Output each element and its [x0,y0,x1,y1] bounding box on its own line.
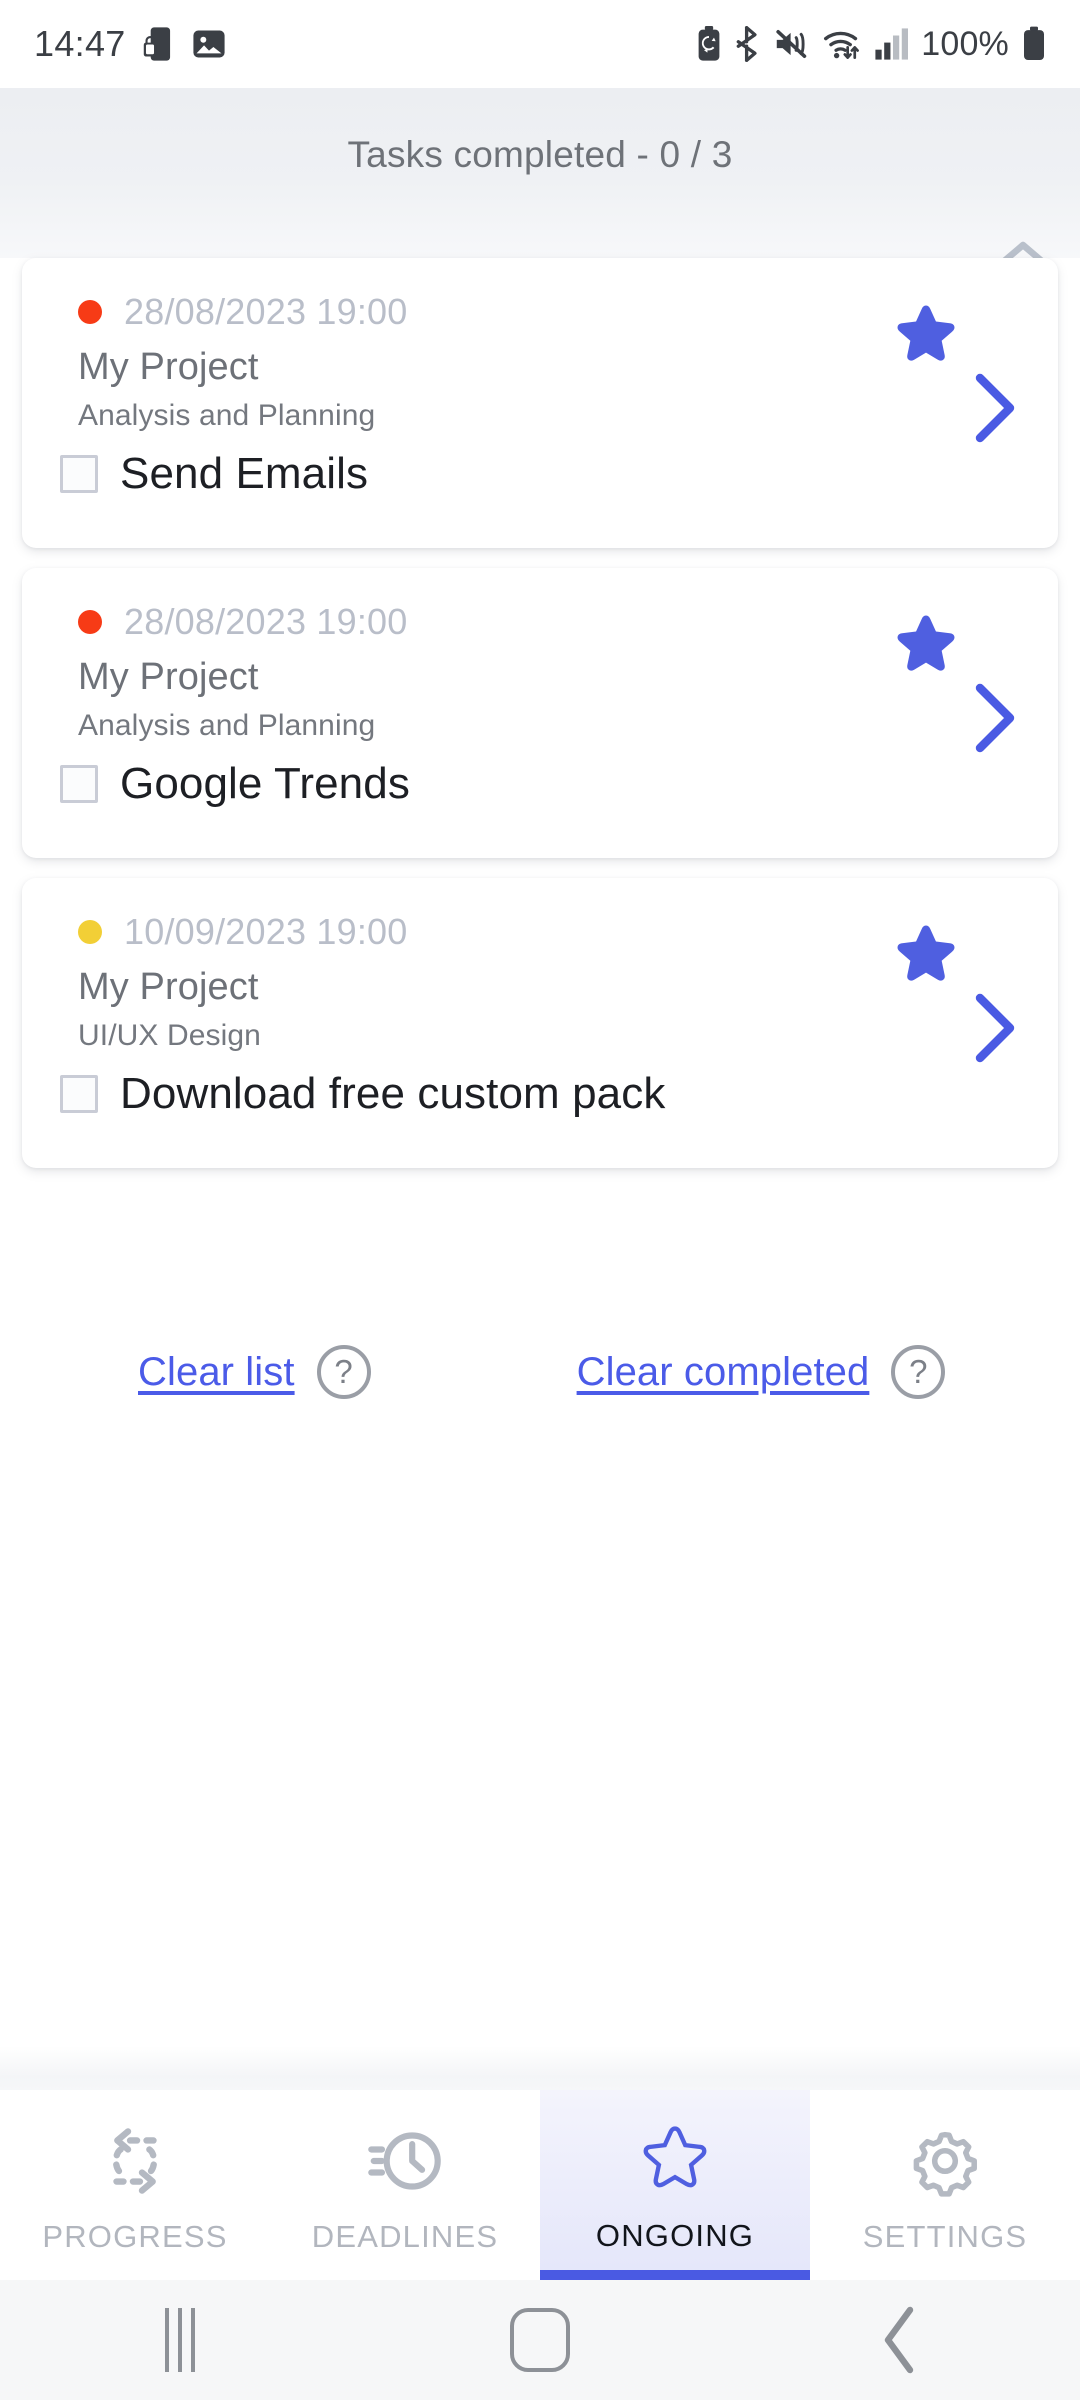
battery-icon [1022,26,1046,62]
recents-bar [178,2308,182,2372]
gallery-image-icon [192,27,226,61]
wifi-icon [823,27,861,61]
task-project-name: My Project [78,966,259,1008]
priority-dot [78,300,102,324]
clear-list-group: Clear list ? [138,1345,371,1399]
tab-ongoing-label: ONGOING [595,2217,755,2253]
priority-dot [78,920,102,944]
task-card[interactable]: 28/08/2023 19:00 My Project Analysis and… [22,568,1058,858]
tab-deadlines[interactable]: DEADLINES [270,2090,540,2280]
task-date-row: 28/08/2023 19:00 [78,594,858,650]
swap-arrows-icon [98,2124,172,2203]
status-bar: 14:47 100% [0,0,1080,88]
chevron-right-icon[interactable] [966,680,1022,761]
task-date-row: 10/09/2023 19:00 [78,904,858,960]
star-filled-icon[interactable] [890,612,962,687]
task-checkbox[interactable] [60,455,98,493]
clear-list-link[interactable]: Clear list [138,1350,295,1395]
battery-saver-icon [696,26,722,62]
tab-settings[interactable]: SETTINGS [810,2090,1080,2280]
tabbar-separator [0,2046,1080,2090]
task-title: Send Emails [120,449,369,498]
task-category: UI/UX Design [78,1019,261,1052]
star-filled-icon[interactable] [890,302,962,377]
task-due-date: 28/08/2023 19:00 [124,601,408,642]
task-card[interactable]: 10/09/2023 19:00 My Project UI/UX Design… [22,878,1058,1168]
task-due-date: 10/09/2023 19:00 [124,911,408,952]
bottom-tab-bar: PROGRESS DEADLINES ONGOING SETTINGS [0,2090,1080,2280]
task-title: Google Trends [120,759,410,808]
tasks-completed-label: Tasks completed - 0 / 3 [347,134,733,175]
task-category: Analysis and Planning [78,399,376,432]
task-due-date: 28/08/2023 19:00 [124,291,408,332]
task-checkbox[interactable] [60,1075,98,1113]
battery-percent-label: 100% [921,24,1009,63]
task-project-name: My Project [78,346,259,388]
tab-active-underline [540,2270,810,2280]
chevron-right-icon[interactable] [966,990,1022,1071]
nfc-lock-icon [142,26,176,62]
recents-icon[interactable] [0,2308,360,2372]
tab-deadlines-label: DEADLINES [311,2218,499,2254]
tab-progress-label: PROGRESS [42,2218,228,2254]
home-square [510,2308,570,2372]
task-list: 28/08/2023 19:00 My Project Analysis and… [0,258,1080,1188]
signal-bars-icon [874,27,909,61]
status-bar-left: 14:47 [34,23,226,65]
tab-settings-label: SETTINGS [862,2218,1028,2254]
recents-bar [165,2308,169,2372]
task-date-row: 28/08/2023 19:00 [78,284,858,340]
status-bar-right: 100% [696,25,1046,64]
status-time: 14:47 [34,23,126,64]
recents-bar [191,2308,195,2372]
app-screen: 14:47 100% Tasks completed - 0 / 3 28/08… [0,0,1080,2400]
back-icon[interactable] [720,2306,1080,2374]
star-outline-icon [638,2125,712,2202]
bluetooth-icon [735,26,761,62]
recents-bars [165,2308,195,2372]
clear-actions-row: Clear list ? Clear completed ? [0,1345,1080,1399]
tab-ongoing[interactable]: ONGOING [540,2090,810,2280]
gear-icon [908,2124,982,2203]
home-icon[interactable] [360,2308,720,2372]
task-category: Analysis and Planning [78,709,376,742]
task-checkbox[interactable] [60,765,98,803]
sound-mute-icon [774,28,810,60]
android-nav-bar [0,2280,1080,2400]
priority-dot [78,610,102,634]
task-title: Download free custom pack [120,1069,666,1118]
task-title-row: Send Emails [60,449,858,499]
clear-list-help-icon[interactable]: ? [316,1345,371,1399]
task-project-name: My Project [78,656,259,698]
star-filled-icon[interactable] [890,922,962,997]
task-title-row: Google Trends [60,759,858,809]
chevron-right-icon[interactable] [966,370,1022,451]
clock-speed-icon [368,2124,442,2203]
task-title-row: Download free custom pack [60,1069,858,1119]
clear-completed-link[interactable]: Clear completed [577,1350,870,1395]
task-card[interactable]: 28/08/2023 19:00 My Project Analysis and… [22,258,1058,548]
clear-completed-help-icon[interactable]: ? [891,1345,946,1399]
tasks-header: Tasks completed - 0 / 3 [0,88,1080,313]
clear-completed-group: Clear completed ? [577,1345,946,1399]
tab-progress[interactable]: PROGRESS [0,2090,270,2280]
